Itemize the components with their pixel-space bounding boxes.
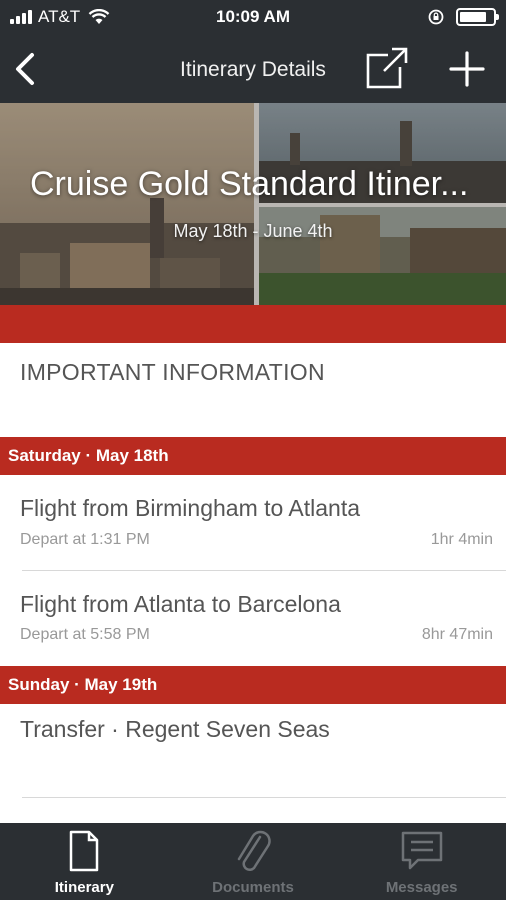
tab-bar: Itinerary Documents Messages <box>0 823 506 900</box>
itinerary-hero: Cruise Gold Standard Itiner... May 18th … <box>0 103 506 305</box>
share-icon[interactable] <box>364 46 408 90</box>
status-bar: AT&T 10:09 AM <box>0 0 506 36</box>
message-icon <box>401 831 442 870</box>
tab-label: Messages <box>385 879 458 896</box>
itinerary-item-transfer[interactable]: Transfer · Regent Seven Seas <box>0 704 506 797</box>
paperclip-icon <box>237 830 271 871</box>
itinerary-item-flight-birmingham-atlanta[interactable]: Flight from Birmingham to Atlanta Depart… <box>0 475 506 571</box>
nav-bar: Itinerary Details <box>0 36 506 103</box>
tab-documents[interactable]: Documents <box>169 823 338 900</box>
itinerary-dates: May 18th - June 4th <box>173 221 333 241</box>
day-header-sunday: Sunday · May 19th <box>0 666 506 704</box>
tab-messages[interactable]: Messages <box>337 823 506 900</box>
itinerary-title: Cruise Gold Standard Itiner... <box>30 165 469 203</box>
page-title: Itinerary Details <box>180 58 326 81</box>
important-information-label: IMPORTANT INFORMATION <box>20 359 325 385</box>
item-title: Flight from Atlanta to Barcelona <box>20 591 341 617</box>
item-duration: 1hr 4min <box>430 531 493 548</box>
accent-band <box>0 305 506 343</box>
divider <box>22 797 506 798</box>
item-duration: 8hr 47min <box>421 626 493 643</box>
plus-icon[interactable] <box>448 50 486 88</box>
important-information-row[interactable]: IMPORTANT INFORMATION <box>0 343 506 437</box>
item-depart-time: Depart at 1:31 PM <box>20 531 150 548</box>
item-title: Flight from Birmingham to Atlanta <box>20 495 361 521</box>
rotation-lock-icon <box>428 9 444 25</box>
day-header-saturday: Saturday · May 18th <box>0 437 506 475</box>
item-title: Transfer · Regent Seven Seas <box>20 716 330 742</box>
document-icon <box>70 830 99 872</box>
tab-itinerary[interactable]: Itinerary <box>0 823 169 900</box>
item-depart-time: Depart at 5:58 PM <box>20 626 150 643</box>
tab-label: Documents <box>212 879 294 896</box>
tab-label: Itinerary <box>54 879 114 896</box>
itinerary-item-flight-atlanta-barcelona[interactable]: Flight from Atlanta to Barcelona Depart … <box>0 571 506 666</box>
hero-collage-image <box>0 103 506 305</box>
battery-icon <box>456 8 499 26</box>
